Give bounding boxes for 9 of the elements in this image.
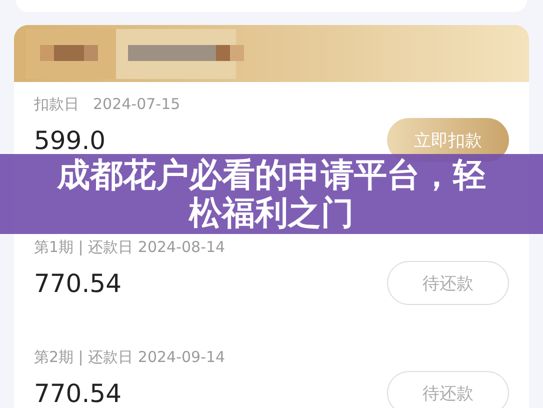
payment-amount: 770.54: [34, 268, 122, 298]
pending-button[interactable]: 待还款: [387, 261, 509, 305]
payment-label: 第2期 | 还款日 2024-09-14: [34, 348, 226, 366]
payment-label: 第1期 | 还款日 2024-08-14: [34, 238, 226, 256]
payment-amount: 770.54: [34, 378, 122, 408]
payment-amount: 599.0: [34, 126, 106, 154]
pending-button[interactable]: 待还款: [387, 371, 509, 408]
payment-date: 2024-07-15: [93, 95, 180, 113]
payment-label: 扣款日: [34, 94, 79, 114]
